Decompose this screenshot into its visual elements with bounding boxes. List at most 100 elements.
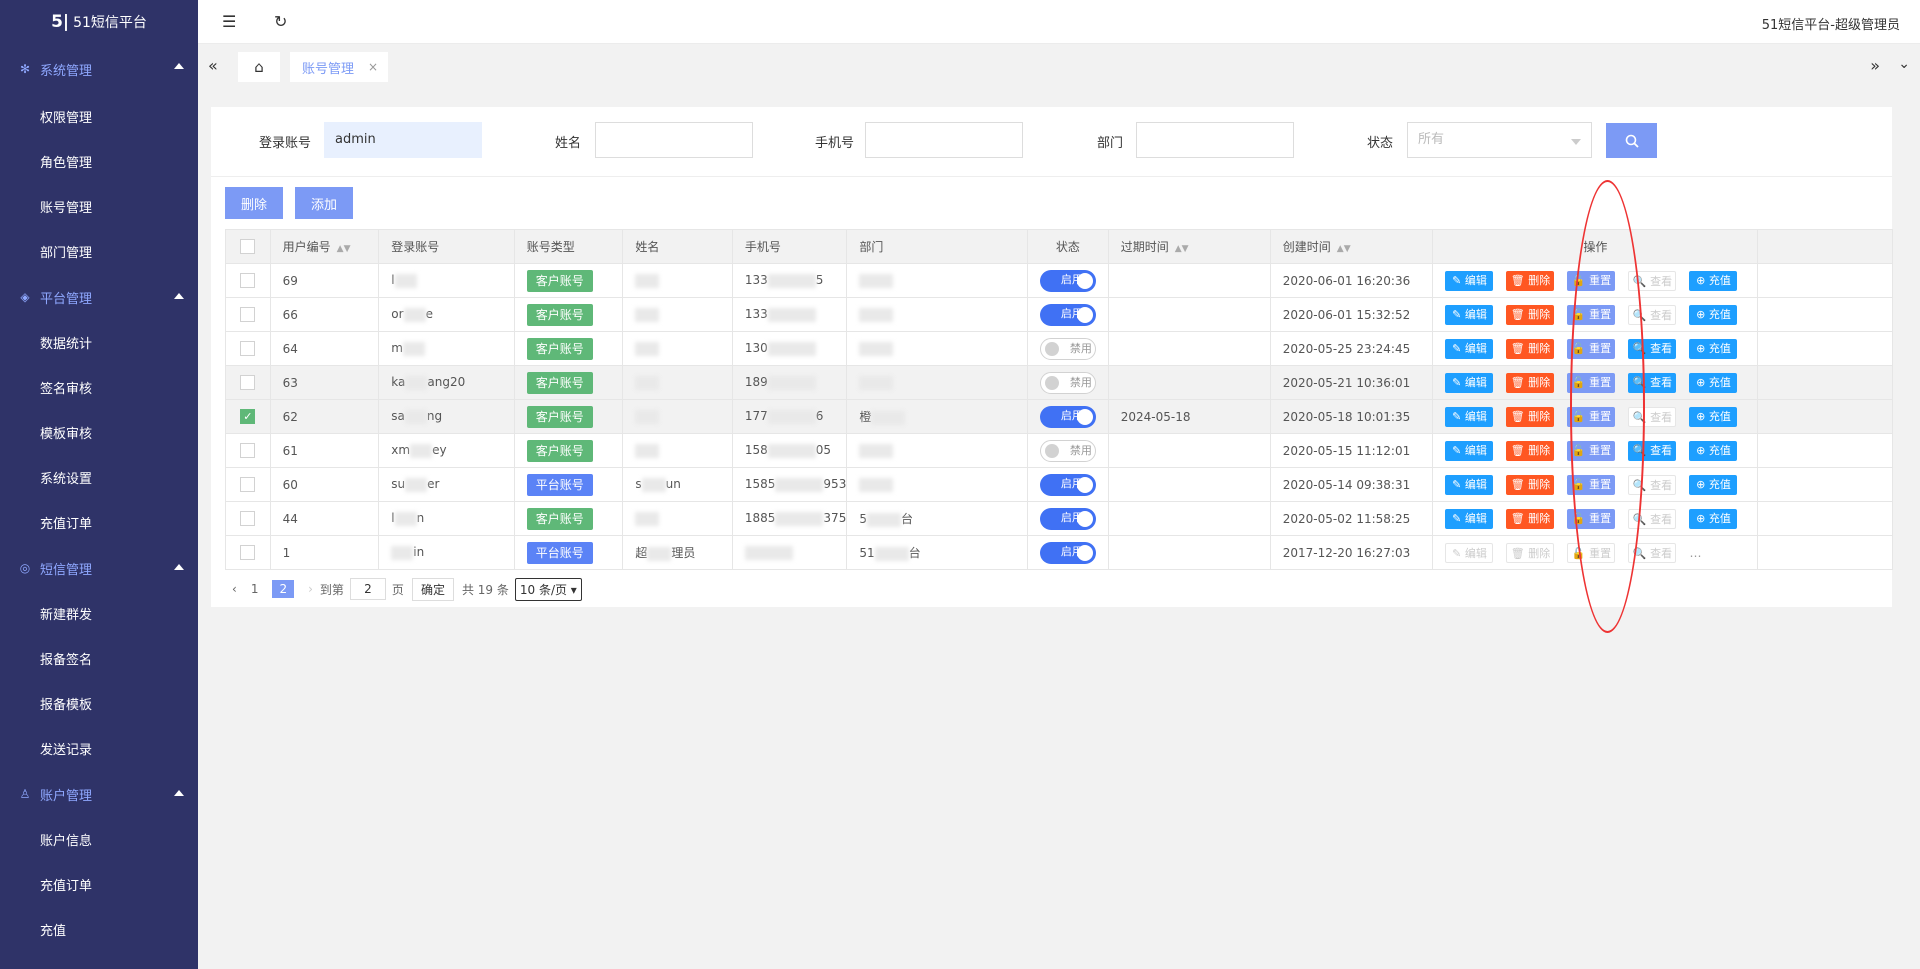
delete-button[interactable]: 🗑 删除 [1506, 474, 1555, 495]
current-user[interactable]: 51短信平台-超级管理员 [1762, 14, 1900, 33]
delete-button[interactable]: 🗑 删除 [1506, 508, 1555, 529]
add-button[interactable]: 添加 [295, 187, 353, 219]
sidebar-item-send-log[interactable]: 发送记录 [0, 726, 198, 771]
table-row[interactable]: 69 l 客户账号 133 5 启用 2020-06-01 16:20:36 ✎ 编辑 🗑 删除… [225, 263, 1893, 298]
delete-button[interactable]: 🗑 删除 [1506, 338, 1555, 359]
edit-button[interactable]: ✎ 编辑 [1445, 270, 1494, 291]
delete-button[interactable]: 🗑 删除 [1506, 270, 1555, 291]
sidebar-item-account-info[interactable]: 账户信息 [0, 817, 198, 862]
sidebar-item-account[interactable]: 账号管理 [0, 184, 198, 229]
status-select[interactable]: 所有 [1407, 122, 1592, 158]
row-checkbox[interactable] [240, 443, 256, 458]
redacted-blur [859, 307, 894, 322]
refresh-icon[interactable]: ↻ [274, 12, 287, 31]
recharge-button[interactable]: ⊕ 充值 [1689, 338, 1738, 359]
delete-button[interactable]: 🗑 删除 [1506, 304, 1555, 325]
menu-group-platform[interactable]: ◈ 平台管理 [0, 274, 198, 320]
status-toggle[interactable]: 启用 [1039, 541, 1096, 564]
row-checkbox[interactable]: ✓ [240, 409, 256, 424]
status-toggle[interactable]: 启用 [1039, 405, 1096, 428]
status-toggle[interactable]: 禁用 [1039, 439, 1096, 462]
recharge-button[interactable]: ⊕ 充值 [1689, 372, 1738, 393]
confirm-page-button[interactable]: 确定 [411, 577, 454, 601]
menu-group-sms[interactable]: ◎ 短信管理 [0, 545, 198, 591]
home-icon[interactable]: ⌂ [238, 52, 280, 82]
recharge-button[interactable]: ⊕ 充值 [1689, 304, 1738, 325]
edit-button[interactable]: ✎ 编辑 [1445, 338, 1494, 359]
edit-button[interactable]: ✎ 编辑 [1445, 474, 1494, 495]
sidebar-item-sign-review[interactable]: 签名审核 [0, 365, 198, 410]
name-input[interactable] [595, 122, 753, 158]
page-size-select[interactable]: 10 条/页 ▾ [514, 577, 582, 601]
status-toggle[interactable]: 禁用 [1039, 371, 1096, 394]
status-toggle[interactable]: 启用 [1039, 303, 1096, 326]
row-checkbox[interactable] [240, 545, 256, 560]
status-toggle[interactable]: 启用 [1039, 507, 1096, 530]
recharge-button[interactable]: ⊕ 充值 [1689, 508, 1738, 529]
edit-button[interactable]: ✎ 编辑 [1445, 304, 1494, 325]
login-input[interactable]: admin [324, 122, 482, 158]
col-id[interactable]: 用户编号 ▲▼ [269, 229, 380, 264]
brand[interactable]: 5| 51短信平台 [0, 0, 198, 44]
menu-group-account[interactable]: ♙ 账户管理 [0, 771, 198, 817]
row-checkbox[interactable] [240, 273, 256, 288]
prev-page-button[interactable]: ‹ [232, 582, 237, 596]
sidebar-item-recharge-orders[interactable]: 充值订单 [0, 500, 198, 545]
phone-input[interactable] [865, 122, 1023, 158]
table-row[interactable]: 44 l n 客户账号 1885 375 5 台启用 2020-05-02 11:58:25 ✎ … [225, 501, 1893, 536]
recharge-button[interactable]: ⊕ 充值 [1689, 270, 1738, 291]
sidebar-item-role[interactable]: 角色管理 [0, 139, 198, 184]
page-2-button[interactable]: 2 [272, 580, 295, 598]
row-checkbox[interactable] [240, 511, 256, 526]
sidebar-item-report-template[interactable]: 报备模板 [0, 681, 198, 726]
recharge-button[interactable]: ⊕ 充值 [1689, 474, 1738, 495]
sidebar-item-my-orders[interactable]: 充值订单 [0, 862, 198, 907]
menu-toggle-icon[interactable]: ☰ [222, 12, 236, 31]
tabs-scroll-right-icon[interactable]: » [1870, 56, 1880, 75]
chevron-down-icon[interactable]: ⌄ [1898, 56, 1910, 72]
row-checkbox[interactable] [240, 375, 256, 390]
page-jump-input[interactable]: 2 [349, 578, 386, 600]
recharge-button[interactable]: ⊕ 充值 [1689, 440, 1738, 461]
table-row[interactable]: 1 in 平台账号 超理员 51 台启用 2017-12-20 16:27:03 ✎ 编辑 🗑 … [225, 535, 1893, 570]
close-icon[interactable]: × [368, 60, 378, 74]
col-created[interactable]: 创建时间 ▲▼ [1269, 229, 1434, 264]
delete-button[interactable]: 删除 [225, 187, 283, 219]
col-expire[interactable]: 过期时间 ▲▼ [1107, 229, 1271, 264]
row-checkbox[interactable] [240, 477, 256, 492]
sidebar-item-settings[interactable]: 系统设置 [0, 455, 198, 500]
select-all-checkbox[interactable] [240, 239, 256, 254]
search-button[interactable] [1606, 123, 1657, 158]
tab-account-management[interactable]: 账号管理 × [290, 52, 388, 82]
status-toggle[interactable]: 禁用 [1039, 337, 1096, 360]
delete-button[interactable]: 🗑 删除 [1506, 406, 1555, 427]
edit-button[interactable]: ✎ 编辑 [1445, 542, 1494, 563]
sidebar-item-report-sign[interactable]: 报备签名 [0, 636, 198, 681]
next-page-button[interactable]: › [308, 582, 313, 596]
delete-button[interactable]: 🗑 删除 [1506, 440, 1555, 461]
row-checkbox[interactable] [240, 341, 256, 356]
delete-button[interactable]: 🗑 删除 [1506, 372, 1555, 393]
sort-icon[interactable]: ▲▼ [1337, 244, 1351, 254]
dept-input[interactable] [1136, 122, 1294, 158]
delete-button[interactable]: 🗑 删除 [1506, 542, 1555, 563]
recharge-button[interactable]: ⊕ 充值 [1689, 406, 1738, 427]
row-checkbox[interactable] [240, 307, 256, 322]
sidebar-item-template-review[interactable]: 模板审核 [0, 410, 198, 455]
sidebar-item-permission[interactable]: 权限管理 [0, 94, 198, 139]
edit-button[interactable]: ✎ 编辑 [1445, 372, 1494, 393]
status-toggle[interactable]: 启用 [1039, 269, 1096, 292]
sort-icon[interactable]: ▲▼ [1175, 244, 1189, 254]
page-1-button[interactable]: 1 [251, 582, 259, 596]
sidebar-item-stats[interactable]: 数据统计 [0, 320, 198, 365]
sort-icon[interactable]: ▲▼ [337, 244, 351, 254]
edit-button[interactable]: ✎ 编辑 [1445, 508, 1494, 529]
status-toggle[interactable]: 启用 [1039, 473, 1096, 496]
tabs-scroll-left-icon[interactable]: « [208, 56, 218, 75]
sidebar-item-department[interactable]: 部门管理 [0, 229, 198, 274]
sidebar-item-recharge[interactable]: 充值 [0, 907, 198, 952]
sidebar-item-new-send[interactable]: 新建群发 [0, 591, 198, 636]
edit-button[interactable]: ✎ 编辑 [1445, 406, 1494, 427]
edit-button[interactable]: ✎ 编辑 [1445, 440, 1494, 461]
menu-group-system[interactable]: ✻ 系统管理 [0, 44, 198, 94]
